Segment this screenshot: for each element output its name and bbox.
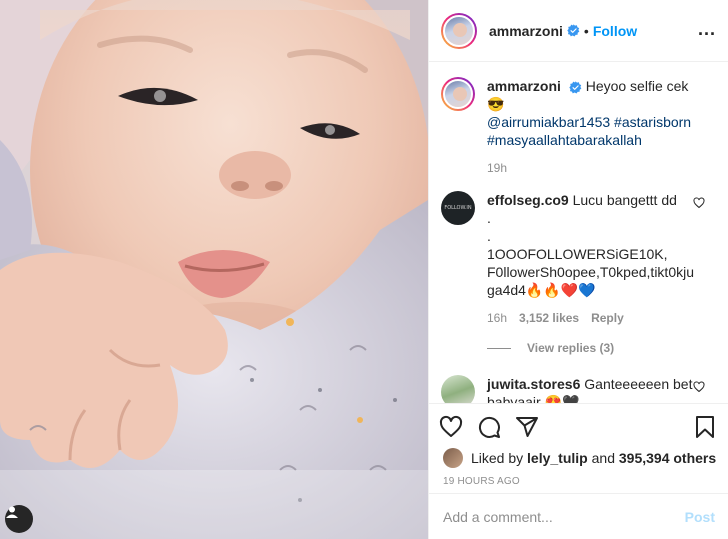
author-avatar[interactable]	[441, 12, 477, 49]
likes-connector: and	[591, 450, 615, 466]
caption-author[interactable]: ammarzoni	[487, 78, 561, 94]
comment-reply-button[interactable]: Reply	[591, 311, 624, 325]
comment-text: 1OOOFOLLOWERSiGE10K, F0llowerSh0opee,T0k…	[487, 246, 695, 298]
post-actions-section: Liked by lely_tulip and 395,394 others 1…	[429, 403, 728, 539]
post-comment-button[interactable]: Post	[685, 509, 715, 525]
comments-list[interactable]: ammarzoni Heyoo selfie cek 😎 @airrumiakb…	[429, 63, 728, 403]
view-replies-button[interactable]: View replies (3)	[487, 341, 713, 355]
caption-hashtag-link[interactable]: #masyaallahtabarakallah	[487, 132, 642, 148]
liker-username[interactable]: lely_tulip	[527, 450, 588, 466]
caption-author-avatar[interactable]	[441, 77, 475, 111]
comment-text: .	[487, 210, 491, 226]
verified-badge-icon	[567, 24, 580, 37]
more-options-icon[interactable]: ...	[698, 20, 716, 38]
comment-likes[interactable]: 3,152 likes	[519, 311, 579, 325]
view-replies-divider	[487, 347, 511, 349]
caption-hashtag-link[interactable]: #astarisborn	[614, 114, 691, 130]
caption-meta: 19h	[487, 161, 713, 175]
like-heart-icon[interactable]	[439, 415, 463, 439]
commenter-avatar[interactable]: FOLLOW.IN	[441, 191, 475, 225]
post-photo[interactable]	[0, 0, 428, 539]
like-comment-heart-icon[interactable]	[693, 381, 705, 393]
post-timestamp[interactable]: 19 HOURS AGO	[429, 468, 728, 487]
save-bookmark-icon[interactable]	[693, 415, 717, 439]
like-comment-heart-icon[interactable]	[693, 197, 705, 209]
follow-button[interactable]: Follow	[593, 23, 637, 39]
separator-dot: •	[583, 22, 589, 39]
caption-mention-link[interactable]: @airrumiakbar1453	[487, 114, 610, 130]
post-header: ammarzoni • Follow ...	[429, 0, 728, 62]
add-comment-form: Post	[429, 493, 728, 539]
commenter-username[interactable]: effolseg.co9	[487, 192, 569, 208]
view-replies-label: View replies (3)	[527, 341, 615, 355]
likes-prefix: Liked by	[471, 450, 524, 466]
caption-time[interactable]: 19h	[487, 161, 507, 175]
verified-badge-icon	[569, 81, 582, 94]
action-icons-row	[429, 404, 728, 444]
comment-input[interactable]	[443, 509, 685, 525]
comment-row: juwita.stores6 Ganteeeeeen bet babyaair …	[441, 375, 713, 403]
comment-time[interactable]: 16h	[487, 311, 507, 325]
likes-summary: Liked by lely_tulip and 395,394 others	[429, 444, 728, 468]
author-username[interactable]: ammarzoni	[489, 23, 563, 39]
share-paper-plane-icon[interactable]	[515, 415, 539, 439]
post-side-panel: ammarzoni • Follow ... ammarzoni Heyoo s…	[428, 0, 728, 539]
commenter-avatar[interactable]	[441, 375, 475, 403]
comment-text: .	[487, 228, 491, 244]
liker-avatar[interactable]	[443, 448, 463, 468]
comment-text: Lucu bangettt dd	[572, 192, 677, 208]
comment-row: FOLLOW.IN effolseg.co9 Lucu bangettt dd …	[441, 191, 713, 299]
baby-photo-illustration	[0, 0, 428, 539]
caption: ammarzoni Heyoo selfie cek 😎 @airrumiakb…	[441, 77, 713, 149]
commenter-username[interactable]: juwita.stores6	[487, 376, 580, 392]
comment-meta: 16h 3,152 likes Reply	[487, 311, 713, 325]
comment-bubble-icon[interactable]	[477, 415, 501, 439]
likes-count[interactable]: 395,394 others	[619, 450, 716, 466]
user-tag-icon[interactable]	[5, 505, 33, 533]
